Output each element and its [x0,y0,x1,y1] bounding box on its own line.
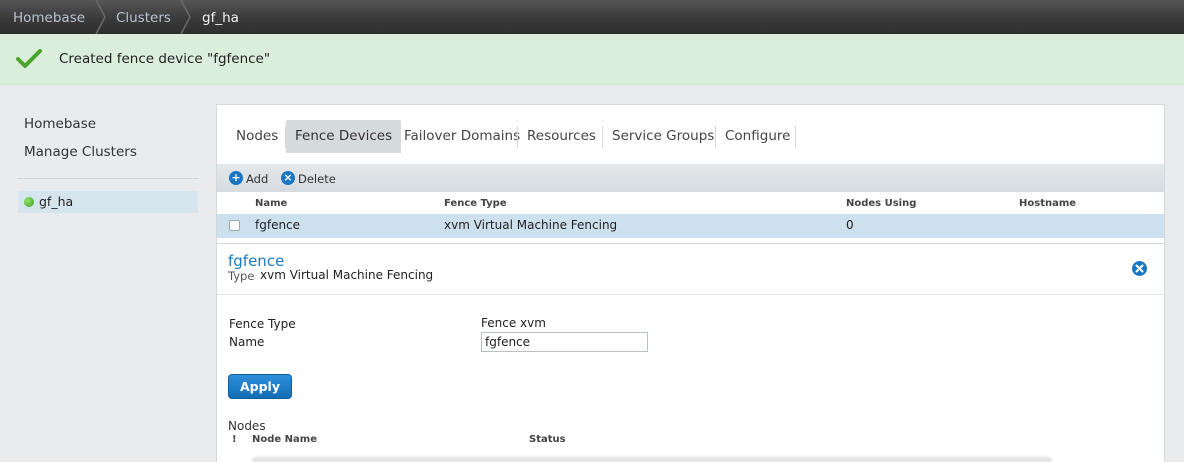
tab-divider [795,126,796,148]
close-detail-icon[interactable] [1132,261,1147,276]
breadcrumb-homebase[interactable]: Homebase [13,0,85,34]
add-button[interactable]: Add [246,171,268,187]
delete-icon[interactable]: × [281,171,295,185]
tab-service-groups[interactable]: Service Groups [603,120,723,153]
name-label: Name [229,335,265,349]
column-header-hostname[interactable]: Hostname [1019,198,1076,209]
tab-nodes[interactable]: Nodes [227,120,287,153]
breadcrumb-current-cluster: gf_ha [202,10,239,26]
tab-resources[interactable]: Resources [518,120,605,153]
column-header-name[interactable]: Name [255,198,287,209]
breadcrumb-separator-icon [180,0,191,34]
nav-link-homebase[interactable]: Homebase [24,116,96,132]
row-checkbox[interactable] [229,220,240,231]
detail-type-value: xvm Virtual Machine Fencing [260,268,434,282]
tab-configure[interactable]: Configure [716,120,799,153]
fence-type-label: Fence Type [229,317,296,331]
nodes-column-status[interactable]: Status [529,434,566,445]
tab-fence-devices[interactable]: Fence Devices [286,120,402,153]
cell-fence-type: xvm Virtual Machine Fencing [444,218,618,232]
fence-type-value: Fence xvm [481,316,546,330]
breadcrumb [0,0,1184,34]
nodes-heading: Nodes [228,419,266,433]
tab-failover-domains[interactable]: Failover Domains [395,120,529,153]
nodes-table-body [252,458,1052,462]
cluster-name: gf_ha [39,194,74,209]
name-field[interactable] [481,332,648,352]
detail-type-label: Type [228,269,255,283]
breadcrumb-clusters[interactable]: Clusters [116,0,171,34]
cell-nodes-using: 0 [846,218,854,232]
table-toolbar [217,164,1164,192]
sidebar-cluster-gf-ha[interactable]: gf_ha [18,191,198,213]
nodes-column-node-name[interactable]: Node Name [252,434,317,445]
checkmark-icon [16,49,42,68]
apply-button[interactable]: Apply [228,374,292,399]
nav-divider [18,178,198,179]
table-row[interactable] [217,214,1164,238]
column-header-nodes-using[interactable]: Nodes Using [846,198,916,209]
add-icon[interactable]: + [229,171,243,185]
nodes-column-alert: ! [232,434,237,445]
notification-message: Created fence device "fgfence" [59,51,271,67]
success-notification: Created fence device "fgfence" [0,34,1184,85]
status-online-icon [24,197,34,207]
column-header-fence-type[interactable]: Fence Type [444,198,507,209]
detail-divider [217,294,1164,295]
nav-link-manage-clusters[interactable]: Manage Clusters [24,144,137,160]
cell-name: fgfence [255,218,301,232]
delete-button[interactable]: Delete [298,171,336,187]
breadcrumb-separator-icon [95,0,106,34]
